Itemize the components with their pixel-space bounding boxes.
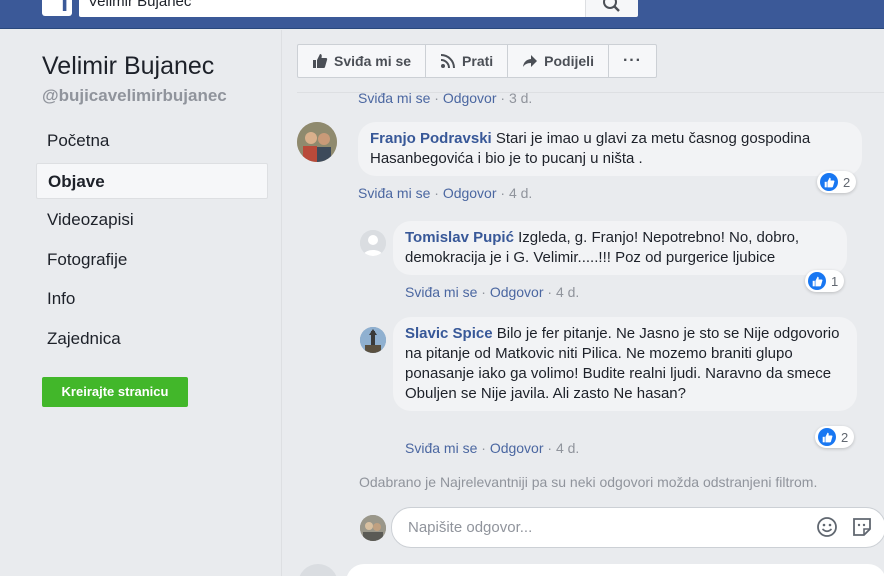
user-photo-icon [360,515,386,541]
like-page-button[interactable]: Sviđa mi se [298,45,427,77]
more-options-button[interactable]: ··· [609,45,656,77]
sidebar-item-zajednica[interactable]: Zajednica [36,321,268,357]
sidebar-item-info[interactable]: Info [36,281,268,317]
comment-reply-link[interactable]: Odgovor [443,90,497,106]
like-page-label: Sviđa mi se [334,53,412,69]
reply-bubble: Tomislav Pupić Izgleda, g. Franjo! Nepot… [393,221,847,275]
reaction-number: 2 [843,174,851,190]
sidebar-item-fotografije[interactable]: Fotografije [36,242,268,278]
user-photo-icon [360,327,386,353]
follow-button[interactable]: Prati [426,45,509,77]
comment-time[interactable]: 4 d. [556,440,579,456]
comment-like-link[interactable]: Sviđa mi se [358,90,430,106]
comment-meta: Sviđa mi se · Odgovor · 4 d. [405,440,580,456]
like-reaction-icon [808,272,826,290]
comment-reply-link[interactable]: Odgovor [443,185,497,201]
comment-author[interactable]: Tomislav Pupić [405,229,514,246]
reaction-number: 1 [831,273,839,289]
avatar[interactable] [298,564,338,576]
default-avatar-icon [360,230,386,256]
share-arrow-icon [523,55,538,67]
filter-notice: Odabrano je Najrelevantniji pa su neki o… [359,474,818,490]
comment-reply-link[interactable]: Odgovor [490,440,544,456]
avatar[interactable] [297,122,337,162]
facebook-logo-icon[interactable]: f [42,0,72,17]
emoji-icon[interactable] [816,516,838,538]
share-label: Podijeli [544,53,594,69]
comment-author[interactable]: Slavic Spice [405,325,493,342]
page-sidebar: Velimir Bujanec @bujicavelimirbujanec Po… [0,30,282,576]
sidebar-item-pocetna[interactable]: Početna [36,123,268,159]
search-button[interactable] [585,0,638,17]
page-action-bar: Sviđa mi se Prati Podijeli ··· [297,44,657,78]
top-navigation-bar: f Velimir Bujanec [0,0,884,29]
comment-author[interactable]: Franjo Podravski [370,130,492,147]
search-icon [603,0,620,12]
reaction-count[interactable]: 2 [817,171,857,193]
share-button[interactable]: Podijeli [508,45,609,77]
like-reaction-icon [818,428,836,446]
more-options-icon: ··· [622,52,642,69]
reaction-count[interactable]: 2 [815,426,855,448]
rss-icon [440,54,456,69]
reaction-count[interactable]: 1 [805,270,845,292]
comment-like-link[interactable]: Sviđa mi se [405,440,477,456]
current-user-avatar[interactable] [360,515,386,541]
reaction-number: 2 [841,429,849,445]
create-page-button[interactable]: Kreirajte stranicu [42,377,188,407]
comment-like-link[interactable]: Sviđa mi se [405,284,477,300]
page-title[interactable]: Velimir Bujanec [42,52,214,81]
comment-time[interactable]: 4 d. [556,284,579,300]
reply-bubble: Slavic Spice Bilo je fer pitanje. Ne Jas… [393,317,857,411]
comment-reply-link[interactable]: Odgovor [490,284,544,300]
reply-composer[interactable]: Napišite odgovor... [391,507,884,548]
comment-like-link[interactable]: Sviđa mi se [358,185,430,201]
comment-meta: Sviđa mi se · Odgovor · 4 d. [358,185,533,201]
comment-time[interactable]: 4 d. [509,185,532,201]
sidebar-item-objave[interactable]: Objave [36,163,268,199]
follow-label: Prati [462,53,494,69]
thumbs-up-icon [313,54,328,68]
comment-meta: Sviđa mi se · Odgovor · 4 d. [405,284,580,300]
comment-meta: Sviđa mi se · Odgovor · 3 d. [358,90,533,106]
avatar[interactable] [360,327,386,353]
comment-bubble [346,564,884,576]
sidebar-item-videozapisi[interactable]: Videozapisi [36,202,268,238]
page-handle[interactable]: @bujicavelimirbujanec [42,86,227,106]
reply-input[interactable]: Napišite odgovor... [408,519,788,536]
search-input[interactable]: Velimir Bujanec [79,0,585,17]
sticker-icon[interactable] [851,516,873,538]
post-comments-area: Sviđa mi se Prati Podijeli ··· Sviđa mi … [283,30,884,576]
avatar[interactable] [360,230,386,256]
like-reaction-icon [820,173,838,191]
comment-time[interactable]: 3 d. [509,90,532,106]
comment-bubble: Franjo Podravski Stari je imao u glavi z… [358,122,862,176]
user-photo-icon [297,122,337,162]
